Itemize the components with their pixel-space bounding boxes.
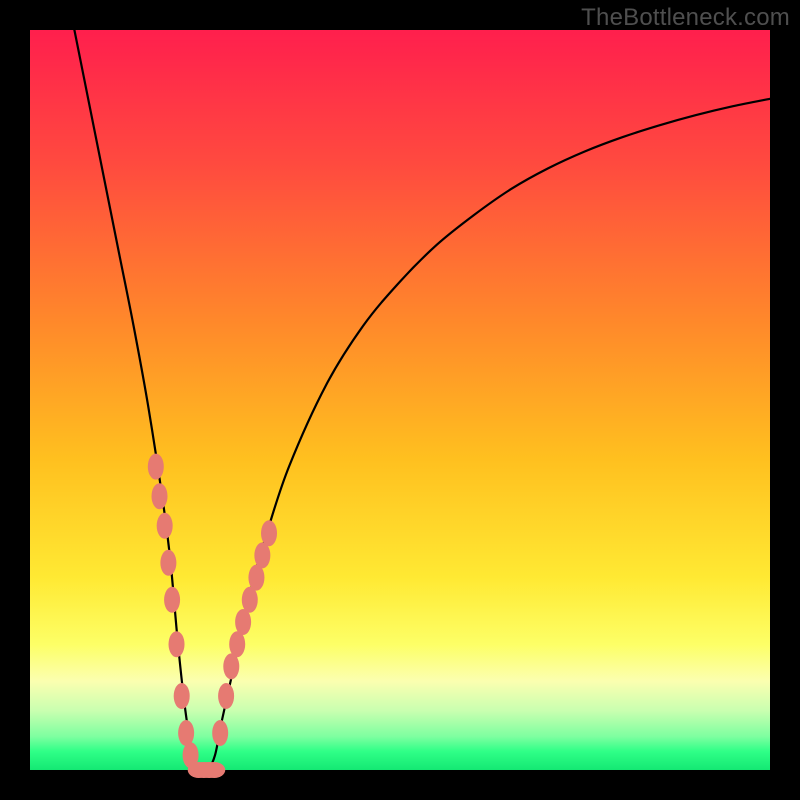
curve-markers [148,454,277,778]
curve-marker [248,565,264,591]
plot-overlay [30,30,770,770]
curve-marker [164,587,180,613]
curve-marker [261,520,277,546]
curve-marker [160,550,176,576]
curve-marker [157,513,173,539]
curve-marker [242,587,258,613]
curve-marker [174,683,190,709]
curve-marker [152,483,168,509]
curve-marker [203,762,225,778]
curve-marker [169,631,185,657]
curve-marker [212,720,228,746]
curve-marker [178,720,194,746]
outer-frame: TheBottleneck.com [0,0,800,800]
curve-marker [218,683,234,709]
watermark-text: TheBottleneck.com [581,4,790,32]
curve-marker [148,454,164,480]
curve-marker [235,609,251,635]
curve-marker [254,542,270,568]
curve-marker [229,631,245,657]
bottleneck-curve [74,30,770,772]
curve-marker [223,653,239,679]
